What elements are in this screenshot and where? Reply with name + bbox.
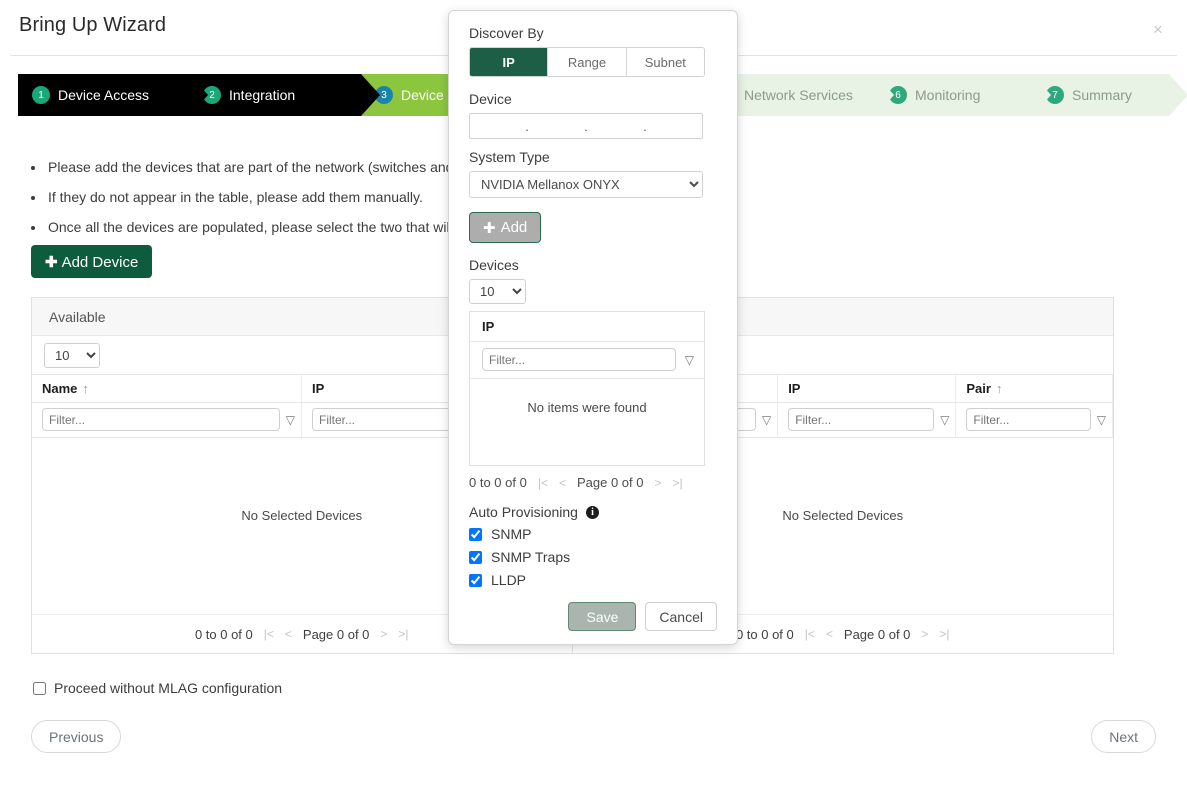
discover-by-option-range[interactable]: Range	[548, 48, 626, 76]
sort-asc-icon: ↑	[82, 381, 89, 396]
next-page-icon[interactable]: >	[921, 627, 928, 641]
bring-up-wizard-window: Bring Up Wizard × 1 Device Access 2Integra…	[0, 0, 1187, 791]
prev-page-icon[interactable]: <	[285, 627, 292, 641]
discover-by-option-ip[interactable]: IP	[470, 48, 548, 76]
auto-provisioning-label: Auto Provisioning	[469, 504, 578, 520]
available-range-label: 0 to 0 of 0	[195, 627, 253, 642]
plus-icon: ✚	[45, 254, 58, 271]
first-page-icon[interactable]: |<	[805, 627, 815, 641]
stepper-step-6[interactable]: 6Monitoring	[875, 74, 1032, 116]
first-page-icon[interactable]: |<	[264, 627, 274, 641]
selected-ip-filter-input[interactable]	[788, 408, 934, 431]
available-page-size-select[interactable]: 10	[44, 343, 100, 368]
page-title: Bring Up Wizard	[19, 14, 166, 37]
add-device-button[interactable]: ✚Add Device	[31, 245, 152, 278]
column-header-pair[interactable]: Pair↑	[956, 375, 1113, 403]
last-page-icon[interactable]: >|	[398, 627, 408, 641]
add-device-dialog: Discover By IPRangeSubnet Device ... Sys…	[448, 10, 738, 645]
step-label: Device Access	[58, 87, 149, 103]
step-arrow-icon	[1169, 74, 1187, 116]
discovered-range-label: 0 to 0 of 0	[469, 475, 527, 490]
column-header-ip[interactable]: IP	[470, 312, 704, 342]
first-page-icon[interactable]: |<	[538, 476, 548, 490]
step-arrow-icon	[875, 74, 894, 116]
step-arrow-icon	[361, 74, 380, 116]
checkbox-label: LLDP	[491, 572, 526, 588]
next-button[interactable]: Next	[1091, 720, 1156, 753]
checkbox-lldp[interactable]	[469, 574, 482, 587]
info-icon[interactable]: i	[586, 506, 599, 519]
system-type-label: System Type	[469, 149, 717, 165]
step-label: Integration	[229, 87, 295, 103]
device-label: Device	[469, 91, 717, 107]
step-label: Monitoring	[915, 87, 980, 103]
discovered-ip-filter-input[interactable]	[482, 348, 676, 371]
discover-by-option-subnet[interactable]: Subnet	[627, 48, 704, 76]
checkbox-snmp[interactable]	[469, 528, 482, 541]
available-name-filter-input[interactable]	[42, 408, 280, 431]
discovered-pager: 0 to 0 of 0 |< < Page 0 of 0 > >|	[469, 475, 717, 490]
funnel-icon[interactable]: ▽	[685, 353, 694, 367]
next-page-icon[interactable]: >	[380, 627, 387, 641]
devices-label: Devices	[469, 257, 717, 273]
selected-range-label: 0 to 0 of 0	[736, 627, 794, 642]
checkbox-snmp-traps[interactable]	[469, 551, 482, 564]
discovered-empty-message: No items were found	[470, 379, 704, 465]
column-header-ip[interactable]: IP	[778, 375, 956, 403]
add-button-label: Add	[501, 219, 528, 236]
device-ip-input[interactable]: ...	[469, 113, 703, 139]
sort-asc-icon: ↑	[996, 381, 1003, 396]
device-ip-octet-1[interactable]	[470, 118, 525, 135]
step-label: Summary	[1072, 87, 1132, 103]
column-header-name[interactable]: Name↑	[32, 375, 302, 403]
discovered-page-label: Page 0 of 0	[577, 475, 644, 490]
funnel-icon[interactable]: ▽	[286, 413, 295, 427]
stepper-step-2[interactable]: 2Integration	[189, 74, 361, 116]
device-ip-octet-2[interactable]	[529, 118, 584, 135]
prev-page-icon[interactable]: <	[826, 627, 833, 641]
step-label: Network Services	[744, 87, 853, 103]
add-button[interactable]: ✚ Add	[469, 212, 541, 243]
step-arrow-icon	[189, 74, 208, 116]
auto-provisioning-title: Auto Provisioning i	[469, 504, 717, 520]
discovered-devices-table: IP ▽ No items were found	[469, 311, 705, 466]
cancel-button[interactable]: Cancel	[645, 602, 717, 631]
checkbox-label: SNMP Traps	[491, 549, 570, 565]
step-arrow-icon	[1032, 74, 1051, 116]
save-button[interactable]: Save	[568, 602, 636, 631]
proceed-without-mlag-row[interactable]: Proceed without MLAG configuration	[33, 680, 282, 696]
funnel-icon[interactable]: ▽	[762, 413, 771, 427]
dialog-actions: Save Cancel	[469, 602, 717, 631]
last-page-icon[interactable]: >|	[672, 476, 682, 490]
selected-page-label: Page 0 of 0	[844, 627, 911, 642]
selected-pair-filter-input[interactable]	[966, 408, 1090, 431]
auto-provisioning-row-snmp[interactable]: SNMP	[469, 526, 717, 542]
previous-button[interactable]: Previous	[31, 720, 121, 753]
auto-provisioning-checkbox-group: SNMP SNMP Traps LLDP	[469, 526, 717, 588]
auto-provisioning-row-snmp-traps[interactable]: SNMP Traps	[469, 549, 717, 565]
proceed-without-mlag-label: Proceed without MLAG configuration	[54, 680, 282, 696]
stepper-step-1[interactable]: 1 Device Access	[18, 74, 189, 116]
discover-by-segmented-control: IPRangeSubnet	[469, 47, 705, 77]
available-page-label: Page 0 of 0	[303, 627, 370, 642]
funnel-icon[interactable]: ▽	[940, 413, 949, 427]
add-device-label: Add Device	[62, 254, 139, 271]
checkbox-label: SNMP	[491, 526, 531, 542]
last-page-icon[interactable]: >|	[939, 627, 949, 641]
prev-page-icon[interactable]: <	[559, 476, 566, 490]
plus-icon: ✚	[483, 219, 496, 237]
step-number-badge: 1	[32, 86, 50, 104]
next-page-icon[interactable]: >	[654, 476, 661, 490]
funnel-icon[interactable]: ▽	[1097, 413, 1106, 427]
discover-by-label: Discover By	[469, 25, 717, 41]
auto-provisioning-row-lldp[interactable]: LLDP	[469, 572, 717, 588]
system-type-select[interactable]: NVIDIA Mellanox ONYX	[469, 171, 703, 198]
device-ip-octet-4[interactable]	[647, 118, 702, 135]
stepper-step-7[interactable]: 7Summary	[1032, 74, 1169, 116]
discovered-filter-row: ▽	[470, 342, 704, 379]
device-ip-octet-3[interactable]	[588, 118, 643, 135]
devices-page-size-select[interactable]: 10	[469, 279, 526, 304]
proceed-without-mlag-checkbox[interactable]	[33, 682, 46, 695]
close-icon[interactable]: ×	[1147, 19, 1169, 41]
